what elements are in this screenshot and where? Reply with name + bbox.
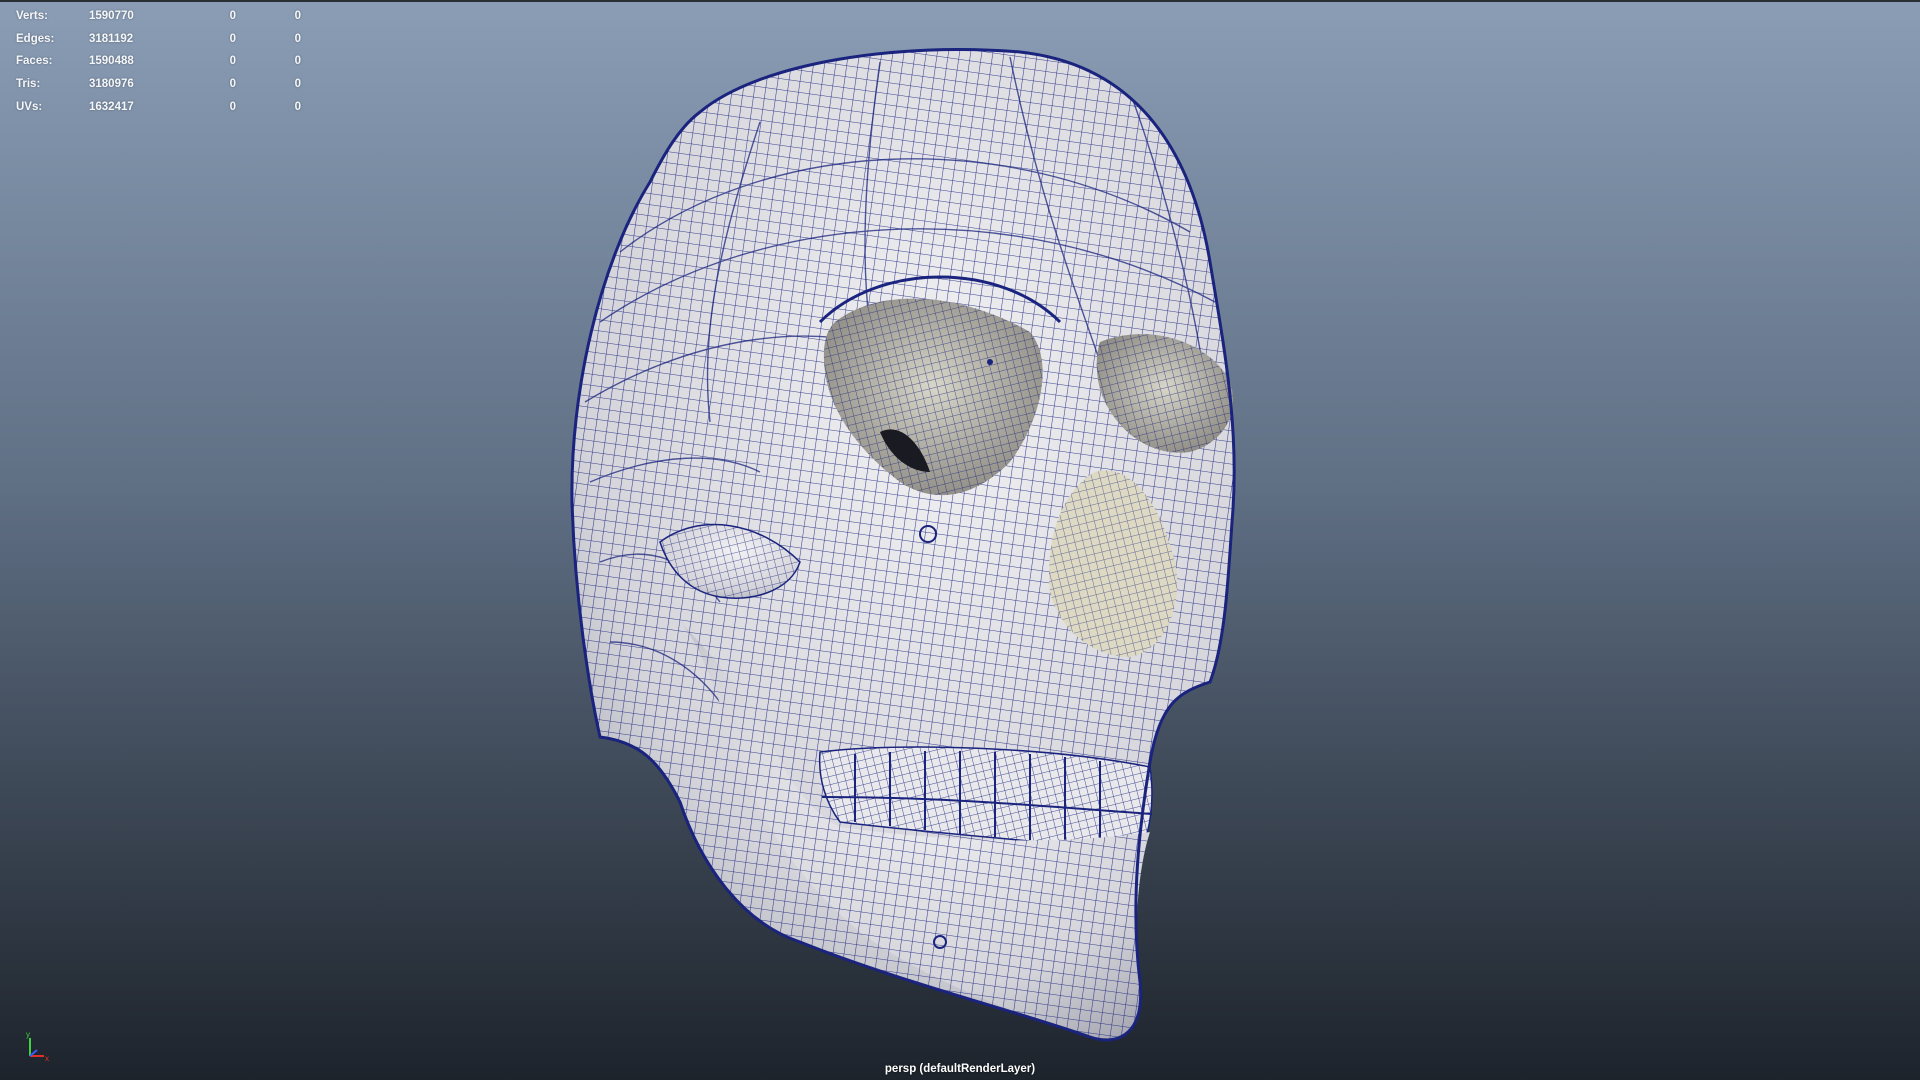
hud-value: 0: [229, 55, 236, 68]
axis-x-label: x: [45, 1054, 49, 1063]
hud-row-edges: Edges: 3181192 0 0: [16, 28, 301, 51]
viewport-3d[interactable]: Verts: 1590770 0 0 Edges: 3181192 0 0 Fa…: [0, 0, 1920, 1080]
skull-wireframe-model[interactable]: [0, 2, 1920, 1080]
axis-y-label: y: [26, 1030, 30, 1039]
hud-value: 0: [229, 32, 236, 45]
hud-label: Tris:: [16, 78, 41, 91]
hud-value: 0: [294, 10, 301, 23]
hud-value: 0: [294, 32, 301, 45]
hud-value: 1632417: [89, 100, 134, 113]
hud-value: 3180976: [89, 78, 134, 91]
hud-value: 1590488: [89, 55, 134, 68]
hud-value: 0: [229, 10, 236, 23]
camera-label: persp (defaultRenderLayer): [884, 1063, 1036, 1075]
hud-value: 1590770: [89, 10, 134, 23]
hud-label: Faces:: [16, 55, 53, 68]
hud-label: Verts:: [16, 10, 48, 23]
hud-label: UVs:: [16, 100, 43, 113]
poly-count-hud: Verts: 1590770 0 0 Edges: 3181192 0 0 Fa…: [16, 5, 301, 118]
hud-row-uvs: UVs: 1632417 0 0: [16, 95, 301, 118]
hud-value: 0: [294, 55, 301, 68]
hud-value: 0: [229, 78, 236, 91]
hud-label: Edges:: [16, 32, 55, 45]
hud-value: 0: [294, 100, 301, 113]
hud-value: 3181192: [89, 32, 134, 45]
hud-row-tris: Tris: 3180976 0 0: [16, 73, 301, 96]
axis-gizmo-icon: y x: [26, 1030, 49, 1063]
hud-row-verts: Verts: 1590770 0 0: [16, 5, 301, 28]
hud-value: 0: [294, 78, 301, 91]
hud-value: 0: [229, 100, 236, 113]
hud-row-faces: Faces: 1590488 0 0: [16, 50, 301, 73]
